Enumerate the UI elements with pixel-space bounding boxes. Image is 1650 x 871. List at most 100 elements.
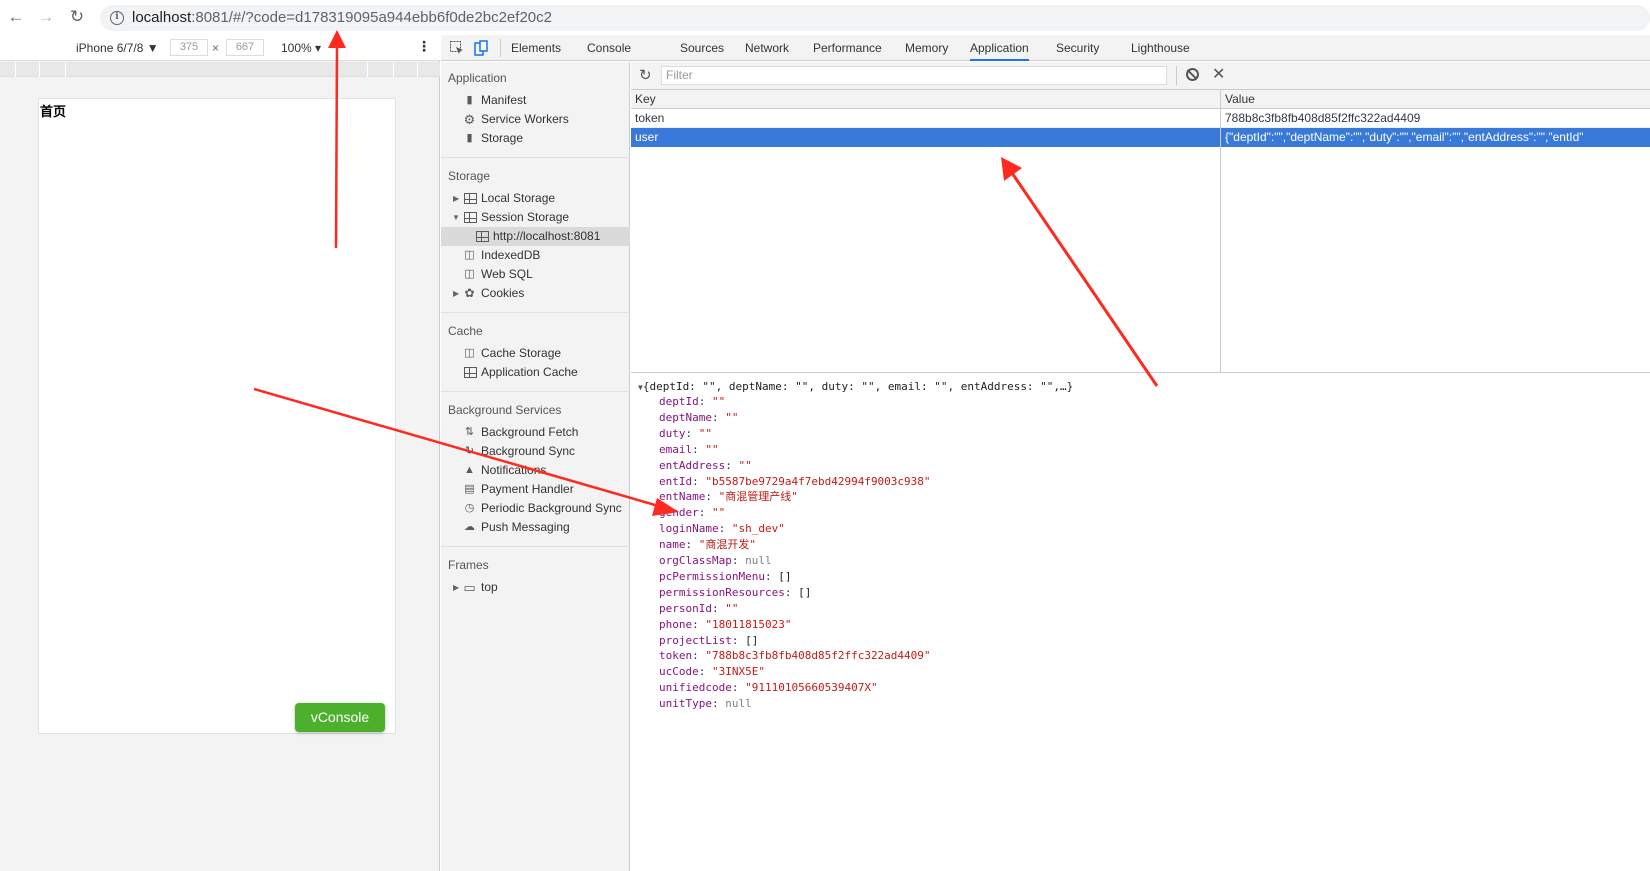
sidebar-item-background-sync[interactable]: ↻ Background Sync <box>441 442 630 461</box>
ruler-segment[interactable] <box>0 62 16 77</box>
field-key: deptId <box>659 395 699 408</box>
object-field[interactable]: gender: "" <box>659 505 725 520</box>
sidebar-item-manifest[interactable]: ▮ Manifest <box>441 91 630 110</box>
sidebar-item-label: Background Fetch <box>481 425 579 439</box>
field-value: "" <box>738 458 752 472</box>
object-field[interactable]: entId: "b5587be9729a4f7ebd42994f9003c938… <box>659 474 931 489</box>
tab-memory[interactable]: Memory <box>905 35 948 61</box>
ruler-segment[interactable] <box>16 62 40 77</box>
sidebar-item-label: Notifications <box>481 463 547 477</box>
object-field[interactable]: phone: "18011815023" <box>659 617 791 632</box>
object-field[interactable]: orgClassMap: null <box>659 553 772 568</box>
reload-icon[interactable]: ↻ <box>66 6 88 28</box>
object-field[interactable]: name: "商混开发" <box>659 537 756 552</box>
sidebar-item-storage[interactable]: ▮ Storage <box>441 129 630 148</box>
object-field[interactable]: pcPermissionMenu: [] <box>659 569 791 584</box>
column-header-value[interactable]: Value <box>1221 90 1650 109</box>
device-select[interactable]: iPhone 6/7/8 ▼ <box>76 41 159 55</box>
expand-triangle-icon[interactable]: ▶ <box>453 284 462 303</box>
tab-console[interactable]: Console <box>587 35 631 61</box>
object-field[interactable]: entName: "商混管理产线" <box>659 489 798 504</box>
row-value[interactable]: {"deptId":"","deptName":"","duty":"","em… <box>1221 128 1650 147</box>
table-row-selected[interactable]: user {"deptId":"","deptName":"","duty":"… <box>631 128 1650 147</box>
row-key[interactable]: user <box>631 128 1220 147</box>
tab-elements[interactable]: Elements <box>511 35 561 61</box>
object-field[interactable]: personId: "" <box>659 601 738 616</box>
toolbar-divider <box>500 39 501 57</box>
object-field[interactable]: projectList: [] <box>659 633 758 648</box>
tab-sources[interactable]: Sources <box>680 35 724 61</box>
object-field[interactable]: deptName: "" <box>659 410 738 425</box>
device-toolbar-icon[interactable] <box>473 40 489 56</box>
media-query-ruler[interactable] <box>0 62 440 77</box>
sidebar-item-cookies[interactable]: ▶ ✿ Cookies <box>441 284 630 303</box>
refresh-icon[interactable]: ↻ <box>639 66 652 84</box>
object-field[interactable]: deptId: "" <box>659 394 725 409</box>
field-colon: : <box>711 601 726 615</box>
section-title-application: Application <box>448 71 507 85</box>
inspect-element-icon[interactable] <box>449 40 465 56</box>
section-title-cache: Cache <box>448 324 483 338</box>
sidebar-item-session-origin[interactable]: http://localhost:8081 <box>441 227 630 246</box>
filter-input[interactable]: Filter <box>661 66 1167 85</box>
tab-performance[interactable]: Performance <box>813 35 882 61</box>
object-field[interactable]: unitType: null <box>659 696 752 711</box>
sidebar-item-application-cache[interactable]: Application Cache <box>441 363 630 382</box>
tab-lighthouse[interactable]: Lighthouse <box>1131 35 1190 61</box>
sidebar-item-notifications[interactable]: ▲ Notifications <box>441 461 630 480</box>
sidebar-item-background-fetch[interactable]: ⇅ Background Fetch <box>441 423 630 442</box>
tab-network[interactable]: Network <box>745 35 789 61</box>
tab-application[interactable]: Application <box>970 35 1029 61</box>
forward-arrow-icon[interactable]: → <box>35 6 57 28</box>
sidebar-item-service-workers[interactable]: ⚙ Service Workers <box>441 110 630 129</box>
gear-icon: ⚙ <box>463 112 476 127</box>
delete-selected-icon[interactable]: ✕ <box>1212 64 1225 84</box>
object-field[interactable]: email: "" <box>659 442 719 457</box>
clear-all-icon[interactable] <box>1186 68 1199 81</box>
object-field[interactable]: entAddress: "" <box>659 458 752 473</box>
tab-security[interactable]: Security <box>1056 35 1099 61</box>
sidebar-item-indexeddb[interactable]: ◫ IndexedDB <box>441 246 630 265</box>
object-field[interactable]: loginName: "sh_dev" <box>659 521 785 536</box>
sidebar-item-payment-handler[interactable]: ▤ Payment Handler <box>441 480 630 499</box>
collapse-triangle-icon[interactable]: ▼ <box>452 208 461 227</box>
object-field[interactable]: ucCode: "3INX5E" <box>659 664 765 679</box>
sidebar-item-cache-storage[interactable]: ◫ Cache Storage <box>441 344 630 363</box>
ruler-segment[interactable] <box>368 62 394 77</box>
object-field[interactable]: unifiedcode: "91110105660539407X" <box>659 680 878 695</box>
device-width-input[interactable]: 375 <box>170 39 208 56</box>
info-icon[interactable]: i <box>110 11 124 25</box>
sidebar-item-session-storage[interactable]: ▼ Session Storage <box>441 208 630 227</box>
object-field[interactable]: permissionResources: [] <box>659 585 811 600</box>
expand-triangle-icon[interactable]: ▶ <box>453 189 462 208</box>
zoom-select[interactable]: 100% ▾ <box>281 41 321 55</box>
ruler-segment[interactable] <box>66 62 368 77</box>
sidebar-item-push-messaging[interactable]: ☁ Push Messaging <box>441 518 630 537</box>
address-bar[interactable]: i localhost:8081/#/?code=d178319095a944e… <box>100 5 1650 31</box>
field-colon: : <box>705 490 719 504</box>
table-row[interactable]: token 788b8c3fb8fb408d85f2ffc322ad4409 <box>631 109 1650 128</box>
device-height-input[interactable]: 667 <box>226 39 264 56</box>
back-arrow-icon[interactable]: ← <box>5 6 27 28</box>
object-field[interactable]: token: "788b8c3fb8fb408d85f2ffc322ad4409… <box>659 648 931 663</box>
sidebar-item-frame-top[interactable]: ▶ ▭ top <box>441 578 630 597</box>
field-value: "" <box>712 395 726 408</box>
object-field[interactable]: duty: "" <box>659 426 712 441</box>
application-sidebar: Application ▮ Manifest ⚙ Service Workers ▮… <box>441 62 630 871</box>
column-header-key[interactable]: Key <box>631 90 1220 109</box>
storage-toolbar: ↻ Filter ✕ <box>631 62 1650 90</box>
vconsole-button[interactable]: vConsole <box>295 703 385 732</box>
expand-triangle-icon[interactable]: ▶ <box>453 578 462 597</box>
url-text[interactable]: localhost:8081/#/?code=d178319095a944ebb… <box>132 9 552 26</box>
more-options-icon[interactable]: ⋮ <box>417 38 431 55</box>
sidebar-item-local-storage[interactable]: ▶ Local Storage <box>441 189 630 208</box>
ruler-segment[interactable] <box>40 62 66 77</box>
ruler-segment[interactable] <box>394 62 418 77</box>
row-key[interactable]: token <box>631 109 1220 128</box>
field-value: null <box>745 554 772 567</box>
field-colon: : <box>725 458 739 472</box>
sidebar-item-web-sql[interactable]: ◫ Web SQL <box>441 265 630 284</box>
object-summary[interactable]: ▼{deptId: "", deptName: "", duty: "", em… <box>638 379 1073 394</box>
row-value[interactable]: 788b8c3fb8fb408d85f2ffc322ad4409 <box>1221 109 1650 128</box>
sidebar-item-periodic-background-sync[interactable]: ◷ Periodic Background Sync <box>441 499 630 518</box>
